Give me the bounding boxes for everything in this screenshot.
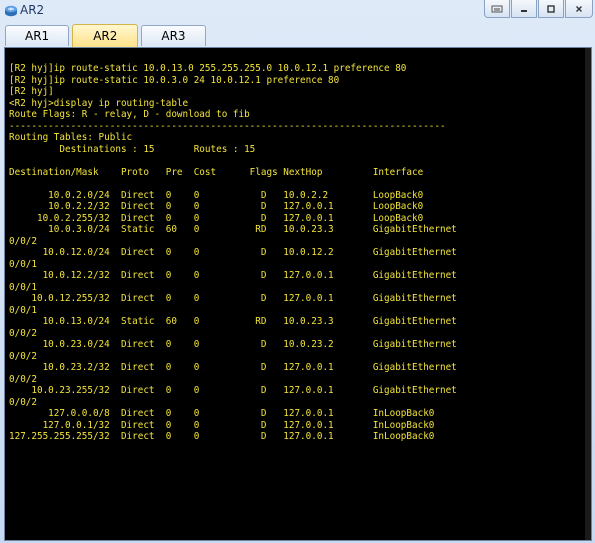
terminal-line: 0/0/1 bbox=[9, 304, 37, 316]
terminal-line: Destination/Mask Proto Pre Cost Flags Ne… bbox=[9, 166, 424, 178]
terminal-line: ----------------------------------------… bbox=[9, 120, 446, 132]
terminal-line: 10.0.12.2/32 Direct 0 0 D 127.0.0.1 Giga… bbox=[9, 270, 457, 281]
terminal-output: [R2 hyj]ip route-static 10.0.13.0 255.25… bbox=[9, 63, 457, 443]
terminal-line: 127.0.0.0/8 Direct 0 0 D 127.0.0.1 InLoo… bbox=[9, 408, 435, 419]
terminal-line: 0/0/2 bbox=[9, 396, 37, 408]
terminal-line: [R2 hyj]ip route-static 10.0.13.0 255.25… bbox=[9, 63, 407, 74]
restore-icon bbox=[491, 5, 503, 12]
terminal-line: 10.0.12.255/32 Direct 0 0 D 127.0.0.1 Gi… bbox=[9, 293, 457, 304]
router-icon bbox=[5, 5, 17, 17]
terminal-line: 10.0.2.2/32 Direct 0 0 D 127.0.0.1 LoopB… bbox=[9, 201, 424, 212]
terminal-line: 127.0.0.1/32 Direct 0 0 D 127.0.0.1 InLo… bbox=[9, 419, 435, 431]
terminal-line: 10.0.23.255/32 Direct 0 0 D 127.0.0.1 Gi… bbox=[9, 385, 457, 396]
terminal-line: 0/0/2 bbox=[9, 373, 37, 385]
terminal-line: 10.0.13.0/24 Static 60 0 RD 10.0.23.3 Gi… bbox=[9, 316, 457, 327]
minimize-icon bbox=[521, 9, 527, 12]
tab-ar2[interactable]: AR2 bbox=[72, 24, 139, 47]
terminal-scrollbar[interactable] bbox=[585, 48, 591, 540]
terminal-line: <R2 hyj>display ip routing-table bbox=[9, 97, 189, 109]
terminal-line: 10.0.23.2/32 Direct 0 0 D 127.0.0.1 Giga… bbox=[9, 362, 457, 373]
terminal-line: Destinations : 15 Routes : 15 bbox=[9, 143, 256, 155]
window-title: AR2 bbox=[20, 3, 45, 17]
close-button[interactable] bbox=[565, 0, 593, 18]
terminal-line: 10.0.12.0/24 Direct 0 0 D 10.0.12.2 Giga… bbox=[9, 247, 457, 258]
terminal-console[interactable]: [R2 hyj]ip route-static 10.0.13.0 255.25… bbox=[4, 47, 592, 541]
maximize-button[interactable] bbox=[538, 0, 564, 18]
restore-button[interactable] bbox=[484, 0, 510, 18]
terminal-line: 0/0/1 bbox=[9, 281, 37, 293]
tab-ar1[interactable]: AR1 bbox=[5, 25, 70, 46]
maximize-icon bbox=[547, 4, 555, 13]
close-icon bbox=[576, 5, 582, 12]
title-bar[interactable]: AR2 bbox=[0, 0, 595, 22]
app-window: AR2 AR1 AR2 AR3 [R2 hyj]ip route-static … bbox=[0, 0, 595, 543]
device-tabs: AR1 AR2 AR3 bbox=[5, 24, 209, 47]
terminal-line: 10.0.2.0/24 Direct 0 0 D 10.0.2.2 LoopBa… bbox=[9, 189, 424, 201]
tab-ar3[interactable]: AR3 bbox=[141, 25, 206, 46]
terminal-line: 0/0/1 bbox=[9, 258, 37, 270]
window-controls bbox=[483, 0, 593, 18]
terminal-line: Route Flags: R - relay, D - download to … bbox=[9, 109, 250, 120]
terminal-line: 0/0/2 bbox=[9, 350, 37, 362]
terminal-line: [R2 hyj] bbox=[9, 86, 54, 97]
terminal-line: 0/0/2 bbox=[9, 235, 37, 247]
terminal-line: [R2 hyj]ip route-static 10.0.3.0 24 10.0… bbox=[9, 74, 340, 86]
minimize-button[interactable] bbox=[511, 0, 537, 18]
terminal-line: 10.0.23.0/24 Direct 0 0 D 10.0.23.2 Giga… bbox=[9, 339, 457, 350]
terminal-line: 127.255.255.255/32 Direct 0 0 D 127.0.0.… bbox=[9, 431, 435, 442]
terminal-line: Routing Tables: Public bbox=[9, 132, 133, 143]
terminal-line: 0/0/2 bbox=[9, 327, 37, 339]
terminal-line: 10.0.3.0/24 Static 60 0 RD 10.0.23.3 Gig… bbox=[9, 224, 457, 235]
terminal-line: 10.0.2.255/32 Direct 0 0 D 127.0.0.1 Loo… bbox=[9, 212, 424, 224]
